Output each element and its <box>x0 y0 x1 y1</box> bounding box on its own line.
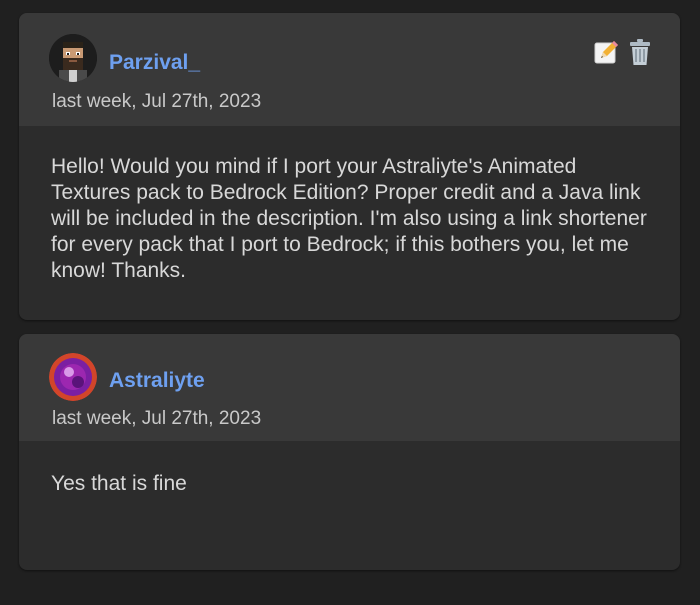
timestamp: last week, Jul 27th, 2023 <box>52 91 262 112</box>
username[interactable]: Parzival_ <box>109 51 200 75</box>
comment-card: Parzival_ last week, Jul 27th, 2023 Hell… <box>19 13 680 320</box>
edit-icon[interactable] <box>593 38 619 66</box>
comment-card: Astraliyte last week, Jul 27th, 2023 Yes… <box>19 334 680 570</box>
comment-body: Yes that is fine <box>19 441 680 497</box>
comment-body: Hello! Would you mind if I port your Ast… <box>19 126 680 284</box>
timestamp: last week, Jul 27th, 2023 <box>52 408 262 429</box>
delete-icon[interactable] <box>627 38 653 66</box>
comment-header: Parzival_ last week, Jul 27th, 2023 <box>19 13 680 126</box>
username[interactable]: Astraliyte <box>109 369 205 393</box>
comment-header: Astraliyte last week, Jul 27th, 2023 <box>19 334 680 441</box>
comment-actions <box>593 38 653 66</box>
avatar[interactable] <box>49 353 97 401</box>
purple-orb-avatar-icon <box>49 353 97 401</box>
avatar[interactable] <box>49 34 97 82</box>
pixel-bearded-man-avatar-icon <box>49 34 97 82</box>
